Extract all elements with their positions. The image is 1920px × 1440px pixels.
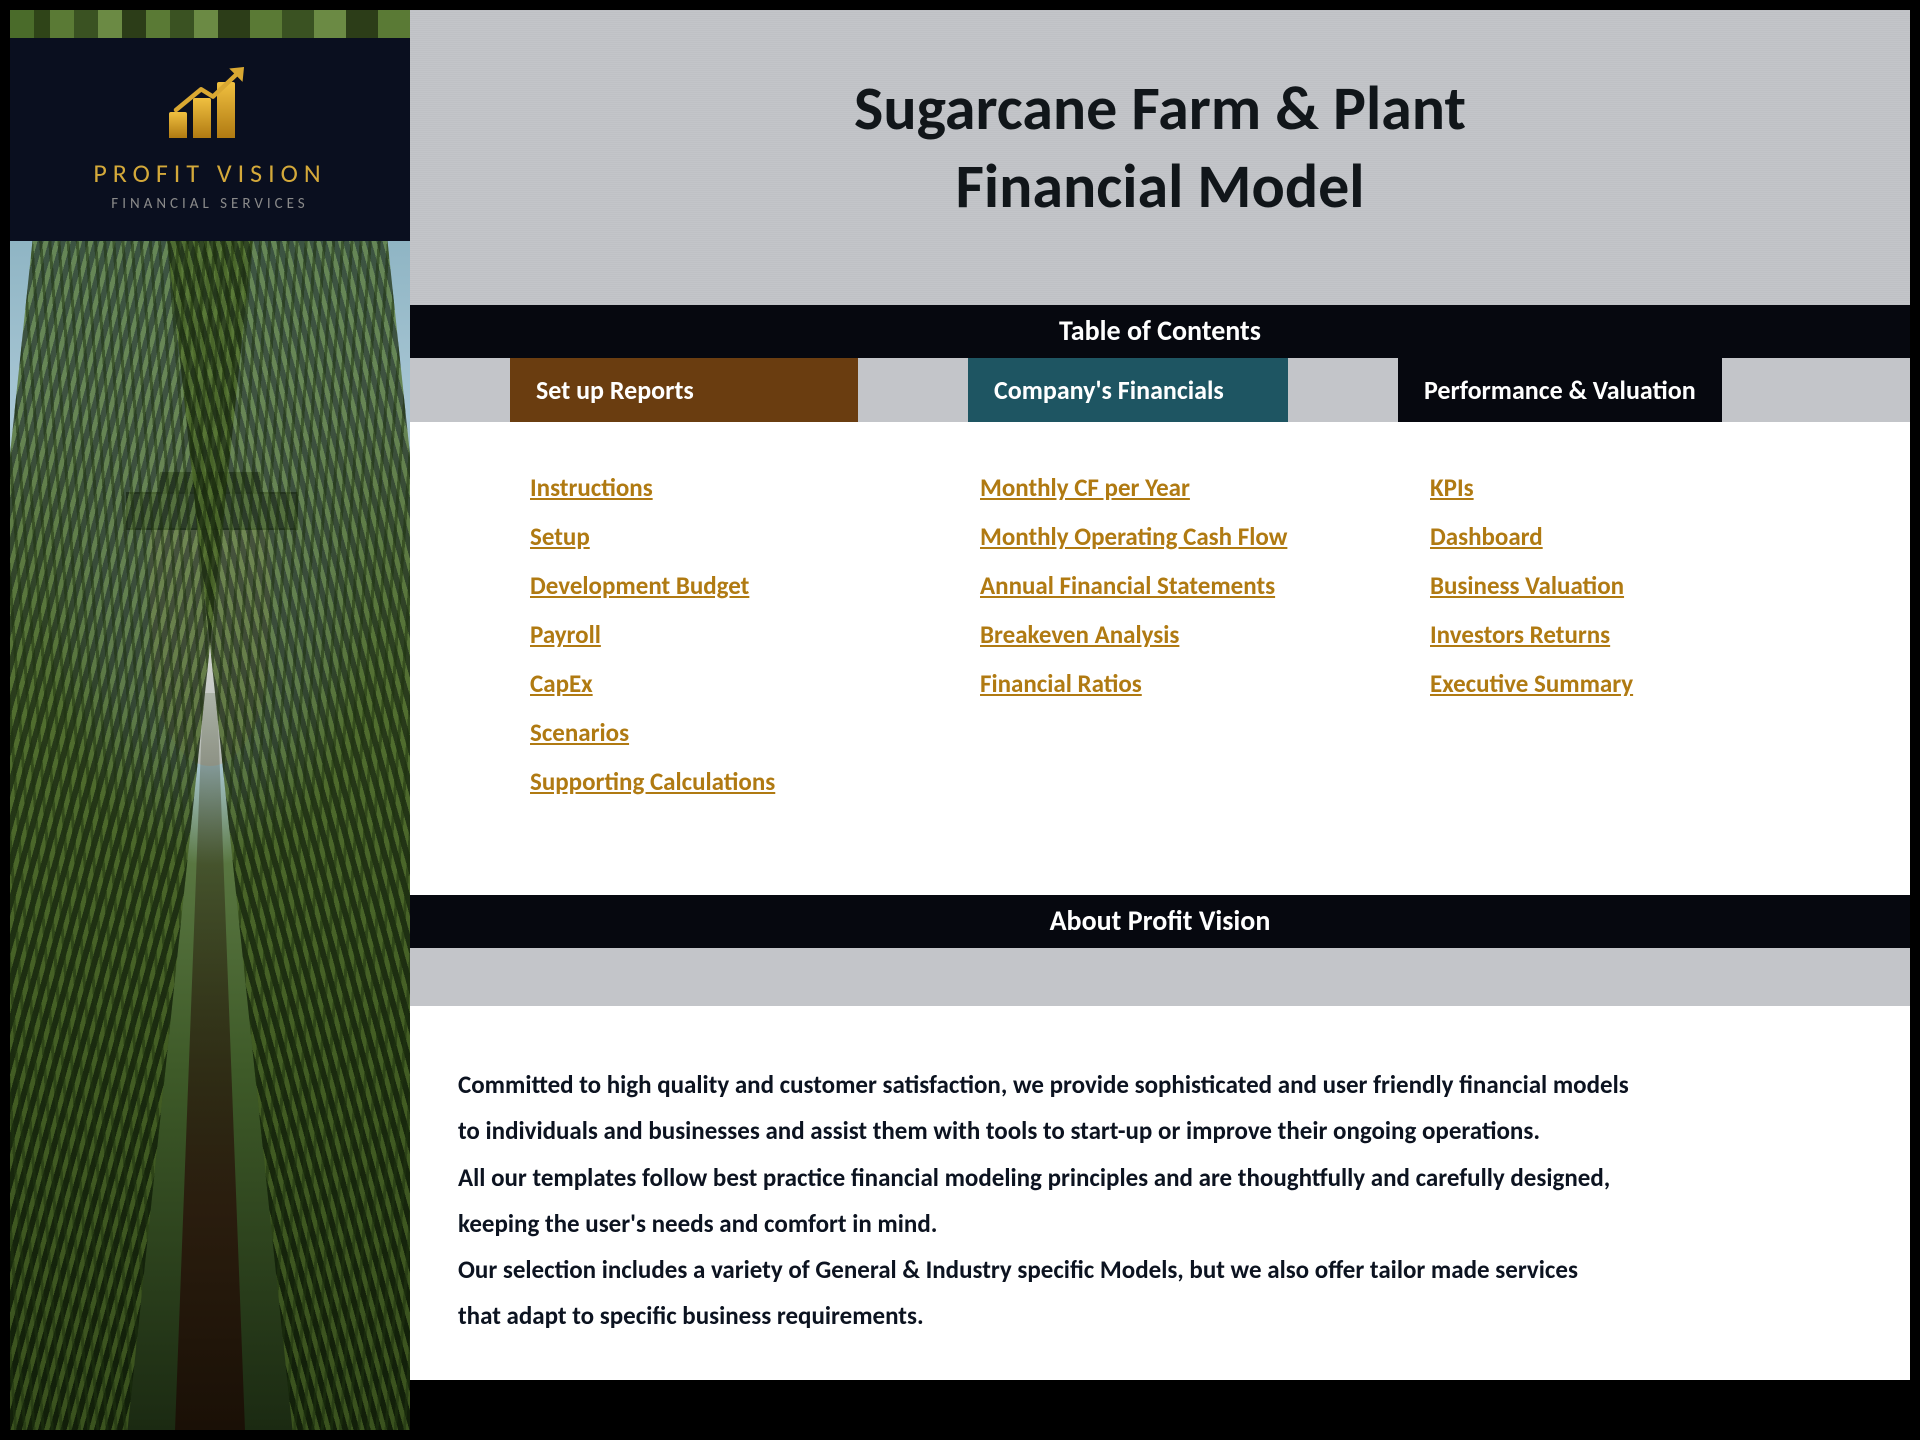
- tab-label: Company's Financials: [994, 374, 1224, 406]
- tab-performance-valuation[interactable]: Performance & Valuation: [1398, 358, 1722, 422]
- toc-link-monthly-cf-per-year[interactable]: Monthly CF per Year: [980, 472, 1190, 503]
- about-line: Committed to high quality and customer s…: [458, 1062, 1850, 1108]
- tab-label: Performance & Valuation: [1424, 374, 1696, 406]
- brand-subtitle: FINANCIAL SERVICES: [20, 195, 400, 213]
- about-body: Committed to high quality and customer s…: [410, 1006, 1910, 1380]
- title-band: Sugarcane Farm & Plant Financial Model: [410, 10, 1910, 305]
- toc-link-instructions[interactable]: Instructions: [530, 472, 653, 503]
- about-header: About Profit Vision: [410, 895, 1910, 948]
- toc-link-breakeven-analysis[interactable]: Breakeven Analysis: [980, 619, 1179, 650]
- brand-block: PROFIT VISION FINANCIAL SERVICES: [10, 38, 410, 241]
- toc-link-dashboard[interactable]: Dashboard: [1430, 521, 1543, 552]
- sidebar: PROFIT VISION FINANCIAL SERVICES: [10, 10, 410, 1430]
- brand-logo-bars-icon: [165, 68, 255, 138]
- main-content: Sugarcane Farm & Plant Financial Model T…: [410, 10, 1910, 1430]
- toc-link-business-valuation[interactable]: Business Valuation: [1430, 570, 1624, 601]
- page-title-line2: Financial Model: [955, 148, 1364, 224]
- toc-link-supporting-calculations[interactable]: Supporting Calculations: [530, 766, 775, 797]
- tab-label: Set up Reports: [536, 374, 694, 406]
- about-line: keeping the user's needs and comfort in …: [458, 1201, 1850, 1247]
- about-grey-strip: [410, 948, 1910, 1006]
- toc-col-setup: Instructions Setup Development Budget Pa…: [530, 472, 980, 815]
- tab-company-financials[interactable]: Company's Financials: [968, 358, 1288, 422]
- about-line: to individuals and businesses and assist…: [458, 1108, 1850, 1154]
- toc-link-kpis[interactable]: KPIs: [1430, 472, 1474, 503]
- toc-link-setup[interactable]: Setup: [530, 521, 590, 552]
- toc-link-annual-financial-statements[interactable]: Annual Financial Statements: [980, 570, 1275, 601]
- page-title-line1: Sugarcane Farm & Plant: [854, 70, 1466, 146]
- toc-link-scenarios[interactable]: Scenarios: [530, 717, 629, 748]
- toc-link-investors-returns[interactable]: Investors Returns: [1430, 619, 1610, 650]
- toc-body: Instructions Setup Development Budget Pa…: [410, 422, 1910, 895]
- toc-link-executive-summary[interactable]: Executive Summary: [1430, 668, 1633, 699]
- toc-link-payroll[interactable]: Payroll: [530, 619, 601, 650]
- toc-col-performance: KPIs Dashboard Business Valuation Invest…: [1430, 472, 1790, 815]
- toc-link-monthly-operating-cf[interactable]: Monthly Operating Cash Flow: [980, 521, 1287, 552]
- page-title: Sugarcane Farm & Plant Financial Model: [430, 70, 1890, 225]
- toc-tabs-row: Set up Reports Company's Financials Perf…: [410, 358, 1910, 422]
- toc-link-financial-ratios[interactable]: Financial Ratios: [980, 668, 1142, 699]
- toc-header: Table of Contents: [410, 305, 1910, 358]
- brand-name: PROFIT VISION: [20, 157, 400, 189]
- toc-link-capex[interactable]: CapEx: [530, 668, 593, 699]
- about-line: that adapt to specific business requirem…: [458, 1293, 1850, 1339]
- brand-logo-arrow-icon: [173, 64, 247, 116]
- sidebar-top-decoration: [10, 10, 410, 38]
- about-line: Our selection includes a variety of Gene…: [458, 1247, 1850, 1293]
- sidebar-hero-image: [10, 241, 410, 1430]
- about-line: All our templates follow best practice f…: [458, 1155, 1850, 1201]
- tab-setup-reports[interactable]: Set up Reports: [510, 358, 858, 422]
- toc-link-development-budget[interactable]: Development Budget: [530, 570, 749, 601]
- toc-col-financials: Monthly CF per Year Monthly Operating Ca…: [980, 472, 1430, 815]
